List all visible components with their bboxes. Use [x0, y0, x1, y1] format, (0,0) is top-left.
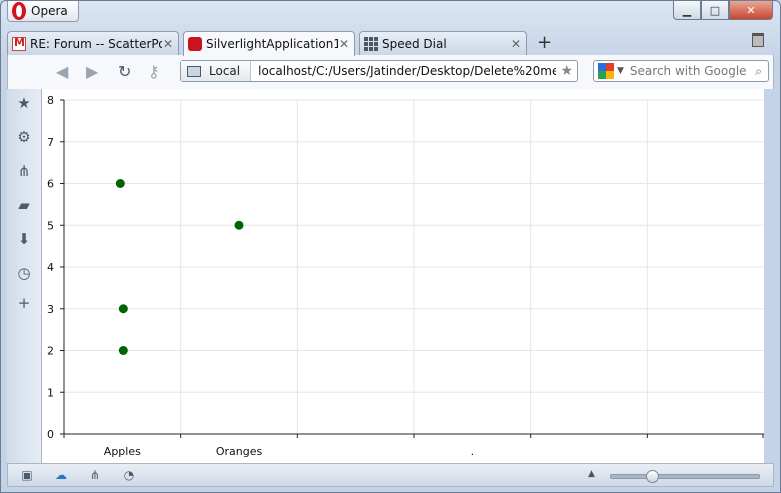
y-tick-label: 4 — [47, 261, 54, 274]
monitor-icon — [187, 65, 201, 77]
speedometer-icon[interactable]: ◔ — [122, 469, 136, 481]
x-category-label: Apples — [104, 445, 141, 458]
new-tab-button[interactable]: + — [537, 32, 552, 53]
zoom-menu-icon[interactable]: ▲ — [588, 469, 595, 479]
x-category-label: . — [471, 445, 475, 458]
trash-icon[interactable] — [752, 33, 764, 47]
address-bar[interactable]: Local localhost/C:/Users/Jatinder/Deskto… — [180, 60, 578, 82]
data-point — [115, 179, 125, 188]
y-tick-label: 7 — [47, 136, 54, 149]
data-point — [118, 304, 128, 314]
y-tick-label: 2 — [47, 345, 54, 358]
y-tick-label: 6 — [47, 178, 54, 191]
tab-silverlight[interactable]: SilverlightApplication15 ✕ — [183, 31, 355, 56]
forward-icon[interactable]: ▶ — [86, 62, 98, 81]
bookmark-star-icon[interactable]: ★ — [556, 63, 577, 79]
zoom-slider-thumb[interactable] — [646, 470, 660, 483]
maximize-button[interactable]: □ — [701, 1, 729, 20]
share-icon[interactable]: ⋔ — [16, 163, 32, 179]
tab-close-icon[interactable]: ✕ — [510, 37, 522, 51]
reload-icon[interactable]: ↻ — [118, 62, 131, 81]
page-content: 0 1 2 3 4 5 6 7 8 Apples Oranges. — [42, 89, 764, 463]
data-point — [118, 346, 128, 355]
gear-icon[interactable]: ⚙ — [16, 129, 32, 145]
panel-toggle-icon[interactable]: ▣ — [20, 469, 34, 481]
key-icon[interactable]: ⚷ — [148, 62, 160, 81]
search-placeholder[interactable]: Search with Google — [630, 64, 755, 78]
opera-menu-button[interactable]: Opera — [7, 1, 79, 22]
y-tick-label: 8 — [47, 94, 54, 107]
speed-dial-icon — [364, 36, 378, 51]
unite-icon[interactable]: ⋔ — [88, 469, 102, 481]
tab-forum[interactable]: RE: Forum -- ScatterPoi... ✕ — [7, 31, 179, 55]
navigation-bar: ◀ ▶ ↻ ⚷ Local localhost/C:/Users/Jatinde… — [7, 55, 774, 89]
cloud-icon[interactable]: ☁ — [54, 469, 68, 481]
star-icon[interactable]: ★ — [16, 95, 32, 111]
y-tick-label: 3 — [47, 303, 54, 316]
tab-bar: RE: Forum -- ScatterPoi... ✕ Silverlight… — [7, 31, 774, 56]
tab-close-icon[interactable]: ✕ — [162, 37, 174, 51]
download-icon[interactable]: ⬇ — [16, 231, 32, 247]
opera-menu-label: Opera — [31, 4, 68, 18]
opera-logo-icon — [12, 2, 26, 20]
window-controls: ▁ □ ✕ — [673, 1, 773, 20]
site-badge-label: Local — [209, 64, 241, 78]
url-field[interactable]: localhost/C:/Users/Jatinder/Desktop/Dele… — [251, 64, 556, 78]
y-tick-label: 1 — [47, 386, 54, 399]
y-tick-label: 0 — [47, 428, 54, 441]
minimize-button[interactable]: ▁ — [673, 1, 701, 20]
scatter-chart: 0 1 2 3 4 5 6 7 8 Apples Oranges. — [47, 94, 764, 458]
back-icon[interactable]: ◀ — [56, 62, 68, 81]
status-bar: ▣ ☁ ⋔ ◔ ▲ — [7, 463, 774, 487]
browser-window: Opera ▁ □ ✕ RE: Forum -- ScatterPoi... ✕… — [0, 0, 781, 493]
search-field[interactable]: ▼ Search with Google ⌕ — [593, 60, 769, 82]
tab-speed-dial[interactable]: Speed Dial ✕ — [359, 31, 527, 55]
tab-title: RE: Forum -- ScatterPoi... — [30, 36, 162, 51]
y-tick-label: 5 — [47, 219, 54, 232]
x-category-label: Oranges — [216, 445, 263, 458]
search-engine-dropdown-icon[interactable]: ▼ — [617, 66, 624, 76]
tab-close-icon[interactable]: ✕ — [338, 37, 350, 51]
data-point — [234, 220, 244, 230]
close-window-button[interactable]: ✕ — [729, 1, 773, 20]
tab-title: SilverlightApplication15 — [206, 37, 338, 51]
gmail-icon — [12, 36, 26, 51]
site-badge[interactable]: Local — [181, 61, 252, 81]
opera-icon — [188, 37, 202, 51]
clock-icon[interactable]: ◷ — [16, 265, 32, 281]
search-icon[interactable]: ⌕ — [755, 64, 762, 79]
zoom-slider[interactable] — [610, 470, 760, 483]
tab-title: Speed Dial — [382, 36, 447, 51]
google-icon — [598, 63, 614, 79]
note-icon[interactable]: ▰ — [16, 197, 32, 213]
sidebar-panel: ★ ⚙ ⋔ ▰ ⬇ ◷ + — [7, 89, 42, 463]
plus-icon[interactable]: + — [16, 295, 32, 311]
